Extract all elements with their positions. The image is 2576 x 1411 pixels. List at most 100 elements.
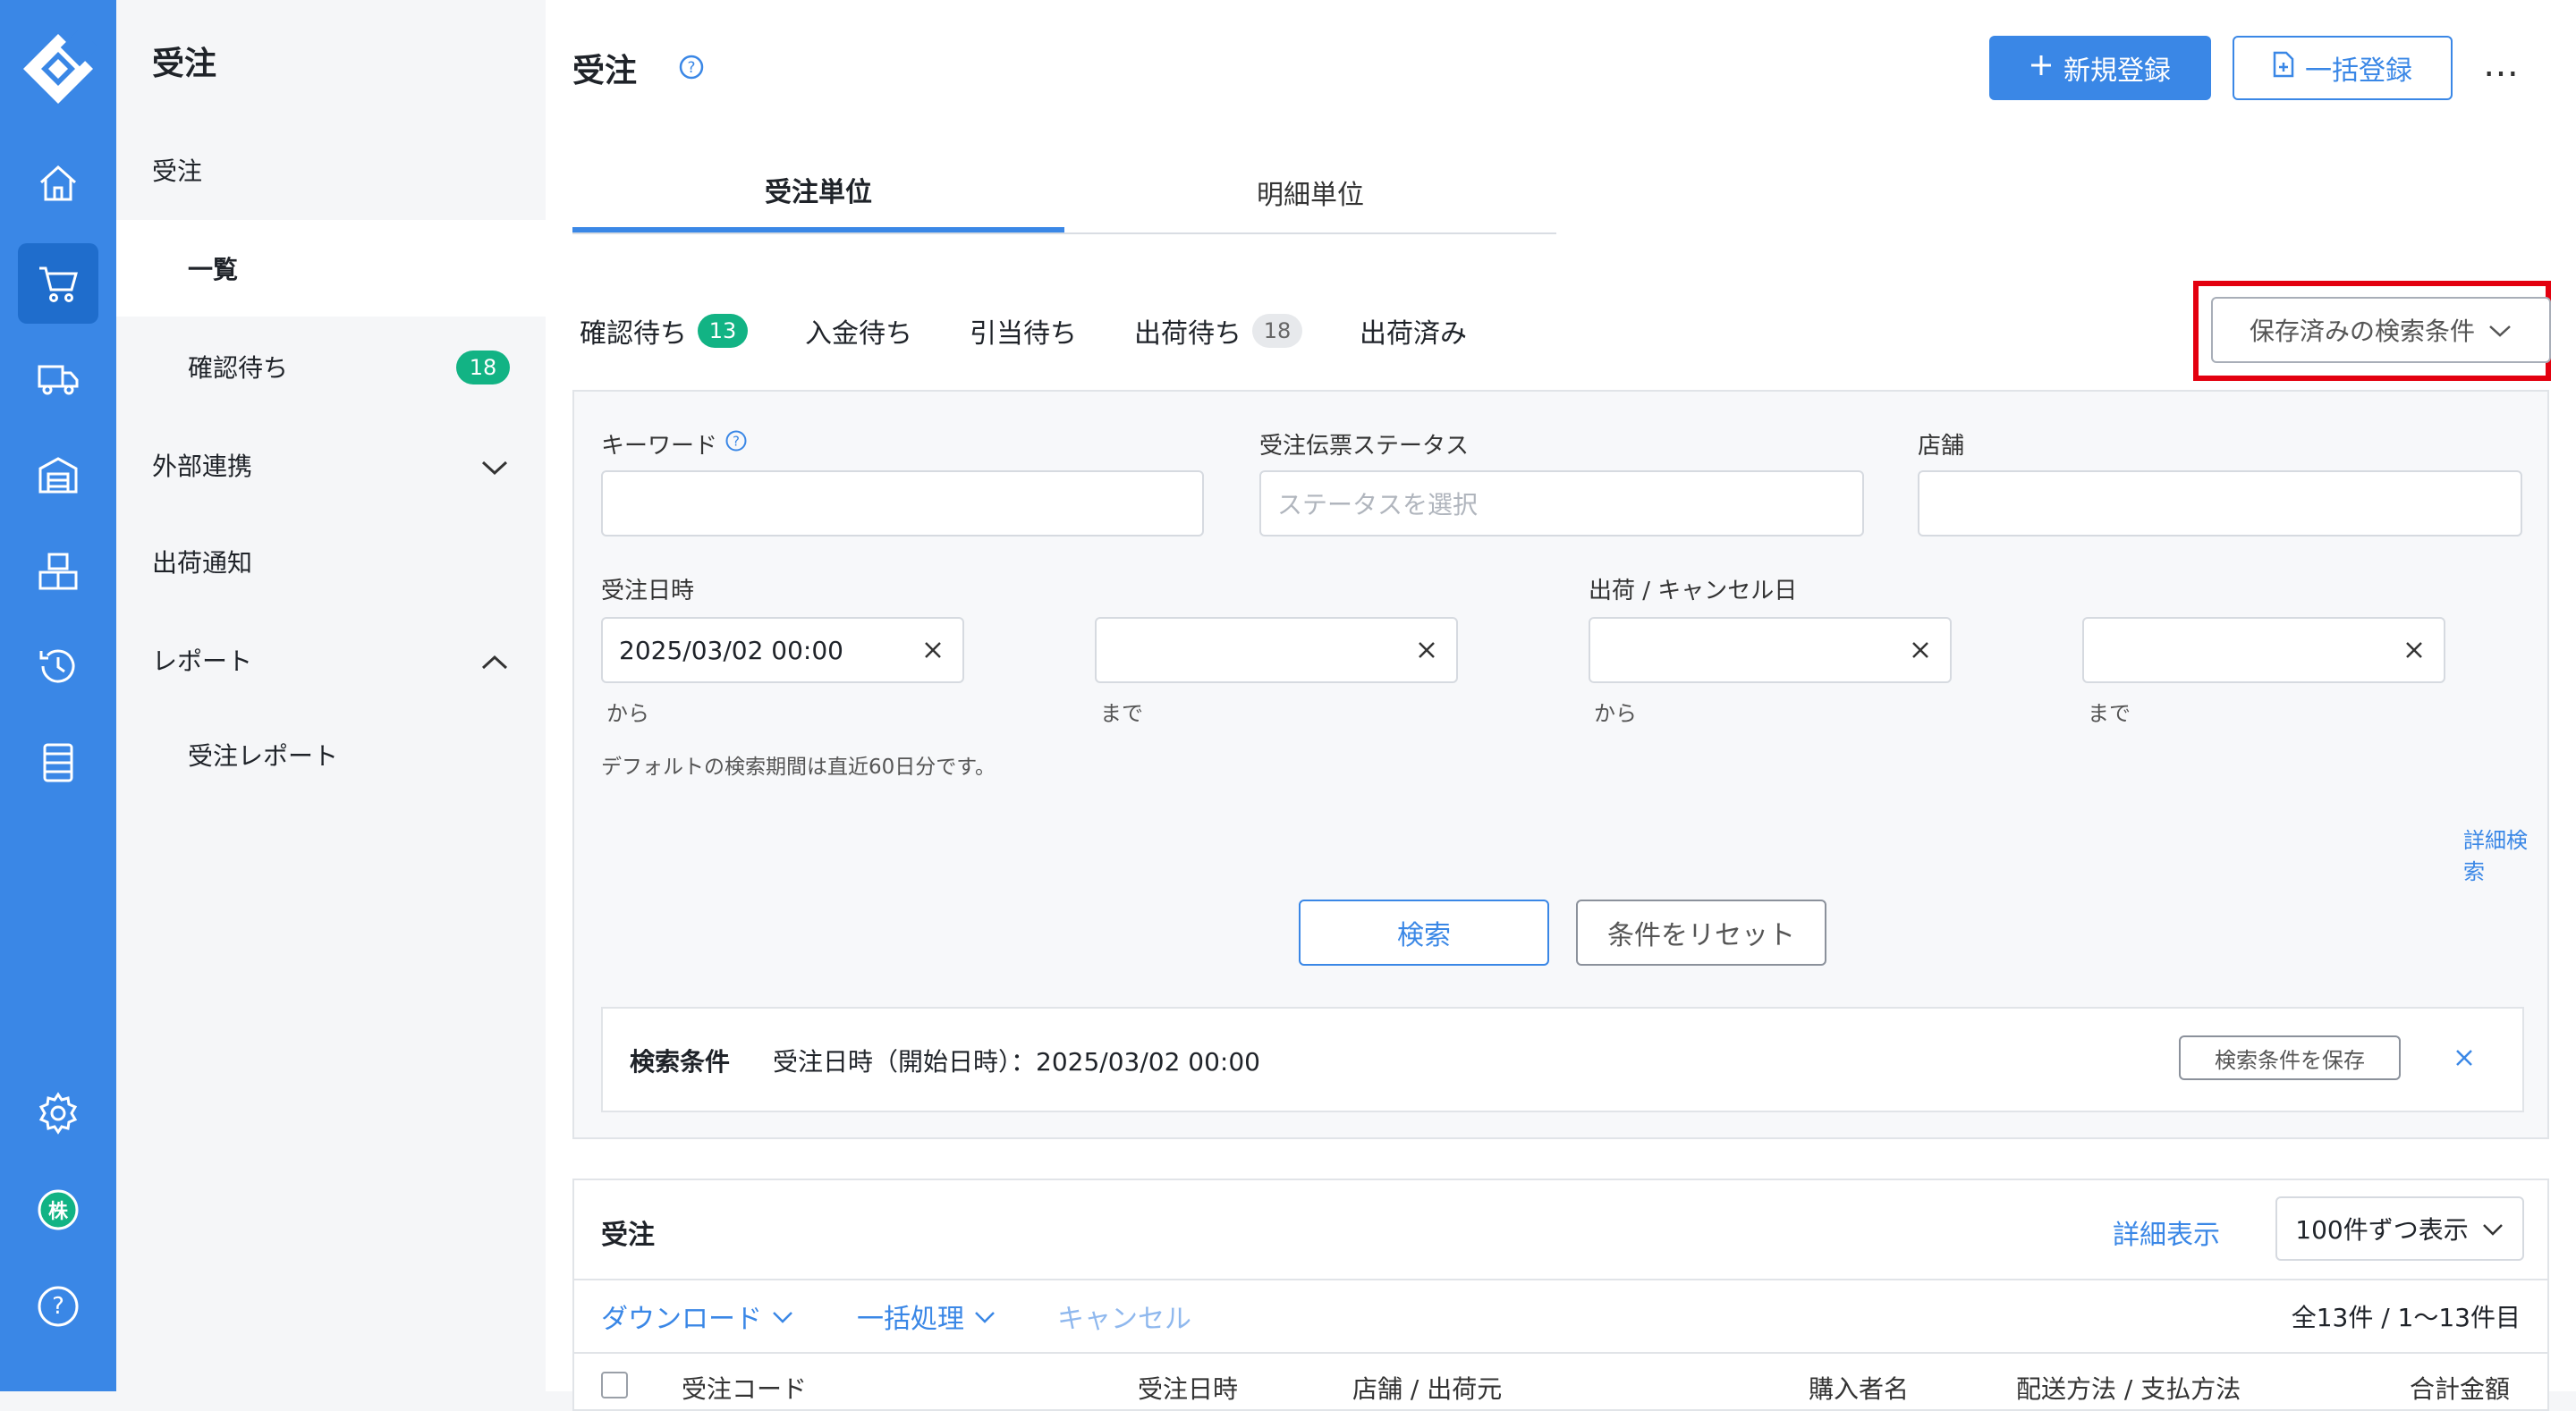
help-icon[interactable]: ?	[724, 429, 748, 459]
help-icon[interactable]: ?	[18, 1266, 98, 1347]
sidebar-item-label: 受注レポート	[188, 741, 339, 771]
status-tab-pending-payment[interactable]: 入金待ち	[805, 311, 912, 351]
conditions-text: 受注日時（開始日時）：2025/03/02 00:00	[773, 1047, 1260, 1077]
sidebar-item-label: 一覧	[188, 255, 239, 284]
sidebar-item-label: 受注	[152, 156, 203, 186]
sidebar-item-pending[interactable]: 確認待ち 18	[116, 318, 546, 415]
clear-icon[interactable]	[1907, 637, 1934, 670]
truck-icon[interactable]	[18, 338, 98, 418]
status-placeholder: ステータスを選択	[1277, 490, 1479, 520]
gear-icon[interactable]	[18, 1073, 98, 1153]
saved-search-dropdown[interactable]: 保存済みの検索条件	[2211, 297, 2551, 363]
bulk-action-label: 一括処理	[857, 1304, 964, 1335]
status-tab-label: 確認待ち	[580, 318, 687, 350]
per-page-select[interactable]: 100件ずつ表示	[2275, 1196, 2524, 1261]
sidebar-item-list[interactable]: 一覧	[116, 220, 546, 317]
count-badge: 13	[698, 314, 748, 348]
app-logo[interactable]	[20, 30, 97, 107]
orders-section: 受注 詳細表示 100件ずつ表示 ダウンロード 一括処理 キャンセル 全13件 …	[572, 1179, 2549, 1411]
default-period-hint: デフォルトの検索期間は直近60日分です。	[601, 756, 996, 779]
keyword-label-text: キーワード	[601, 433, 718, 460]
tab-line-unit[interactable]: 明細単位	[1064, 152, 1556, 232]
sidebar-item-shipping-notice[interactable]: 出荷通知	[116, 513, 546, 610]
bulk-register-label: 一括登録	[2305, 55, 2412, 87]
plus-icon	[2029, 53, 2053, 84]
server-icon[interactable]	[18, 722, 98, 803]
new-order-button[interactable]: 新規登録	[1989, 36, 2211, 100]
main-content: 受注 ? 新規登録 一括登録 … 受注単位 明細単位 確認待ち 13 入金待ち …	[546, 0, 2576, 1411]
column-header[interactable]: 受注日時	[1138, 1370, 1238, 1406]
order-date-from-input[interactable]: 2025/03/02 00:00	[601, 617, 964, 683]
status-tab-pending-allocation[interactable]: 引当待ち	[970, 311, 1077, 351]
order-date-from-value: 2025/03/02 00:00	[619, 635, 843, 665]
column-header[interactable]: 配送方法 / 支払方法	[2016, 1370, 2241, 1406]
sidebar-item-orders[interactable]: 受注	[116, 122, 546, 218]
column-header[interactable]: 合計金額	[2410, 1370, 2510, 1406]
more-menu-icon[interactable]: …	[2483, 46, 2522, 82]
status-tab-label: 出荷待ち	[1134, 318, 1241, 350]
status-tab-pending-confirmation[interactable]: 確認待ち 13	[580, 311, 748, 351]
ship-date-to-input[interactable]	[2082, 617, 2445, 683]
column-header[interactable]: 受注コード	[682, 1370, 807, 1406]
advanced-search-link[interactable]: 詳細検索	[2463, 823, 2547, 885]
chevron-down-icon	[2481, 1214, 2504, 1244]
column-header[interactable]: 店舗 / 出荷元	[1352, 1370, 1502, 1406]
history-icon[interactable]	[18, 626, 98, 706]
bulk-register-button[interactable]: 一括登録	[2233, 36, 2453, 100]
status-label: 受注伝票ステータス	[1259, 433, 1470, 460]
status-tabs: 確認待ち 13 入金待ち 引当待ち 出荷待ち 18 出荷済み	[580, 304, 1524, 358]
result-range: 全13件 / 1〜13件目	[2291, 1303, 2521, 1332]
svg-text:?: ?	[733, 434, 740, 450]
reset-button[interactable]: 条件をリセット	[1576, 900, 1826, 966]
status-tab-shipped[interactable]: 出荷済み	[1360, 311, 1467, 351]
sidebar-title: 受注	[152, 46, 217, 82]
status-tab-label: 出荷済み	[1360, 318, 1467, 350]
status-select[interactable]: ステータスを選択	[1259, 470, 1864, 537]
status-tab-pending-shipment[interactable]: 出荷待ち 18	[1134, 311, 1302, 351]
sidebar-item-order-report[interactable]: 受注レポート	[116, 706, 546, 803]
store-select[interactable]	[1918, 470, 2522, 537]
column-header[interactable]: 購入者名	[1809, 1370, 1909, 1406]
search-conditions-bar: 検索条件 受注日時（開始日時）：2025/03/02 00:00 検索条件を保存	[601, 1007, 2524, 1112]
svg-text:?: ?	[687, 59, 695, 77]
per-page-value: 100件ずつ表示	[2295, 1215, 2469, 1245]
help-label: ?	[52, 1293, 64, 1320]
company-avatar[interactable]: 株	[18, 1170, 98, 1250]
table-header: 受注コード 受注日時 店舗 / 出荷元 購入者名 配送方法 / 支払方法 合計金…	[574, 1354, 2547, 1407]
download-menu[interactable]: ダウンロード	[601, 1297, 794, 1336]
download-label: ダウンロード	[601, 1304, 762, 1335]
ship-date-from-input[interactable]	[1589, 617, 1952, 683]
tab-order-unit[interactable]: 受注単位	[572, 152, 1064, 232]
clear-icon[interactable]	[919, 637, 946, 670]
sidebar-item-integration[interactable]: 外部連携	[116, 417, 546, 513]
order-date-label: 受注日時	[601, 578, 695, 604]
clear-icon[interactable]	[2401, 637, 2428, 670]
to-label: まで	[1100, 701, 1143, 726]
order-date-to-input[interactable]	[1095, 617, 1458, 683]
new-order-label: 新規登録	[2063, 55, 2171, 87]
select-all-checkbox[interactable]	[601, 1372, 628, 1398]
warehouse-icon[interactable]	[18, 435, 98, 515]
keyword-input[interactable]	[601, 470, 1204, 537]
from-label: から	[606, 701, 649, 726]
search-button[interactable]: 検索	[1299, 900, 1549, 966]
file-plus-icon	[2273, 51, 2294, 85]
sidebar-item-label: 外部連携	[152, 452, 253, 481]
close-icon[interactable]	[2451, 1044, 2478, 1075]
home-icon[interactable]	[18, 143, 98, 224]
help-icon[interactable]: ?	[678, 54, 705, 84]
cancel-button[interactable]: キャンセル	[1057, 1297, 1191, 1336]
boxes-icon[interactable]	[18, 531, 98, 612]
cart-icon[interactable]	[18, 243, 98, 324]
saved-search-label: 保存済みの検索条件	[2249, 317, 2475, 346]
count-badge: 18	[456, 351, 510, 384]
orders-toolbar: ダウンロード 一括処理 キャンセル 全13件 / 1〜13件目	[574, 1280, 2547, 1354]
clear-icon[interactable]	[1413, 637, 1440, 670]
save-conditions-button[interactable]: 検索条件を保存	[2179, 1035, 2401, 1080]
sidebar-item-label: レポート	[152, 646, 253, 676]
bulk-action-menu[interactable]: 一括処理	[857, 1297, 996, 1336]
sidebar-item-report[interactable]: レポート	[116, 612, 546, 708]
detail-view-link[interactable]: 詳細表示	[2113, 1212, 2220, 1252]
sidebar: 受注 受注 一覧 確認待ち 18 外部連携 出荷通知 レポート 受注レポート	[116, 0, 546, 1391]
sidebar-item-label: 確認待ち	[188, 353, 289, 383]
